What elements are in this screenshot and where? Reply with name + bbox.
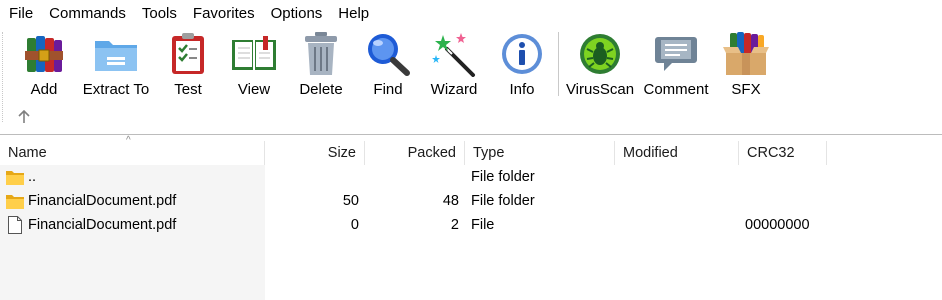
column-packed-label: Packed: [407, 145, 456, 161]
row-name-cell: FinancialDocument.pdf: [0, 213, 265, 237]
delete-label: Delete: [299, 81, 343, 98]
view-book-icon: [230, 30, 278, 78]
row-name: FinancialDocument.pdf: [28, 217, 177, 233]
up-arrow-icon[interactable]: [14, 107, 34, 127]
row-type: File folder: [471, 169, 535, 185]
row-packed: 48: [442, 193, 459, 209]
extract-to-button[interactable]: Extract To: [82, 30, 150, 98]
row-name: FinancialDocument.pdf: [28, 193, 177, 209]
row-type: File folder: [471, 193, 535, 209]
view-button[interactable]: View: [230, 30, 278, 98]
find-label: Find: [373, 81, 403, 98]
toolbar: Add Extract To Test View Delete Find Wiz…: [0, 26, 942, 132]
wizard-label: Wizard: [430, 81, 478, 98]
virusscan-label: VirusScan: [565, 81, 635, 98]
comment-label: Comment: [643, 81, 709, 98]
test-label: Test: [174, 81, 202, 98]
virusscan-button[interactable]: VirusScan: [566, 30, 634, 98]
info-button[interactable]: Info: [498, 30, 546, 98]
column-modified[interactable]: Modified: [615, 141, 739, 165]
folder-icon: [6, 168, 24, 186]
column-size[interactable]: Size: [265, 141, 365, 165]
column-packed[interactable]: Packed: [365, 141, 465, 165]
menu-options[interactable]: Options: [263, 0, 331, 26]
comment-button[interactable]: Comment: [642, 30, 710, 98]
table-row[interactable]: .. File folder: [0, 165, 942, 189]
toolbar-grip[interactable]: [2, 32, 5, 122]
row-crc32: [739, 189, 827, 213]
file-rows: .. File folder FinancialDocument.pdf 50 …: [0, 165, 942, 237]
menu-bar: File Commands Tools Favorites Options He…: [0, 0, 942, 26]
toolbar-separator: [558, 32, 559, 96]
column-crc32-label: CRC32: [747, 145, 795, 161]
row-packed: [365, 165, 465, 189]
add-archive-icon: [20, 30, 68, 78]
wizard-button[interactable]: Wizard: [430, 30, 478, 98]
find-button[interactable]: Find: [364, 30, 412, 98]
menu-help[interactable]: Help: [330, 0, 377, 26]
test-button[interactable]: Test: [164, 30, 212, 98]
trash-can-icon: [297, 30, 345, 78]
comment-bubble-icon: [652, 30, 700, 78]
sfx-box-icon: [722, 30, 770, 78]
column-header: ^ Name Size Packed Type Modified CRC32: [0, 135, 942, 165]
menu-commands[interactable]: Commands: [41, 0, 134, 26]
sfx-label: SFX: [731, 81, 761, 98]
delete-button[interactable]: Delete: [297, 30, 345, 98]
virus-bug-icon: [576, 30, 624, 78]
file-list[interactable]: ^ Name Size Packed Type Modified CRC32 .…: [0, 135, 942, 300]
row-crc32: [739, 165, 827, 189]
menu-file[interactable]: File: [0, 0, 41, 26]
toolbar-divider: [0, 134, 942, 135]
extract-folder-icon: [92, 30, 140, 78]
view-label: View: [237, 81, 271, 98]
sfx-button[interactable]: SFX: [722, 30, 770, 98]
info-icon: [498, 30, 546, 78]
info-label: Info: [509, 81, 535, 98]
file-icon: [6, 216, 24, 234]
column-name[interactable]: ^ Name: [0, 135, 265, 165]
column-name-label: Name: [8, 145, 47, 161]
test-clipboard-icon: [164, 30, 212, 78]
menu-tools[interactable]: Tools: [134, 0, 185, 26]
menu-favorites[interactable]: Favorites: [185, 0, 263, 26]
row-name: ..: [28, 169, 37, 185]
column-type[interactable]: Type: [465, 141, 615, 165]
folder-icon: [6, 192, 24, 210]
row-name-cell: FinancialDocument.pdf: [0, 189, 265, 213]
row-packed: 2: [450, 217, 459, 233]
add-label: Add: [30, 81, 58, 98]
magic-wand-icon: [430, 30, 478, 78]
row-modified: [615, 213, 739, 237]
row-size: 0: [350, 217, 359, 233]
column-size-label: Size: [327, 145, 356, 161]
add-button[interactable]: Add: [20, 30, 68, 98]
column-modified-label: Modified: [623, 145, 678, 161]
row-size: 50: [342, 193, 359, 209]
row-modified: [615, 165, 739, 189]
extract-to-label: Extract To: [82, 81, 150, 98]
column-crc32[interactable]: CRC32: [739, 141, 827, 165]
row-crc32: 00000000: [745, 217, 810, 233]
sort-ascending-icon: ^: [126, 135, 131, 146]
column-type-label: Type: [473, 145, 505, 161]
row-modified: [615, 189, 739, 213]
row-name-cell: ..: [0, 165, 265, 189]
magnifier-icon: [364, 30, 412, 78]
row-type: File: [471, 217, 495, 233]
table-row[interactable]: FinancialDocument.pdf 0 2 File 00000000: [0, 213, 942, 237]
row-size: [265, 165, 365, 189]
table-row[interactable]: FinancialDocument.pdf 50 48 File folder: [0, 189, 942, 213]
